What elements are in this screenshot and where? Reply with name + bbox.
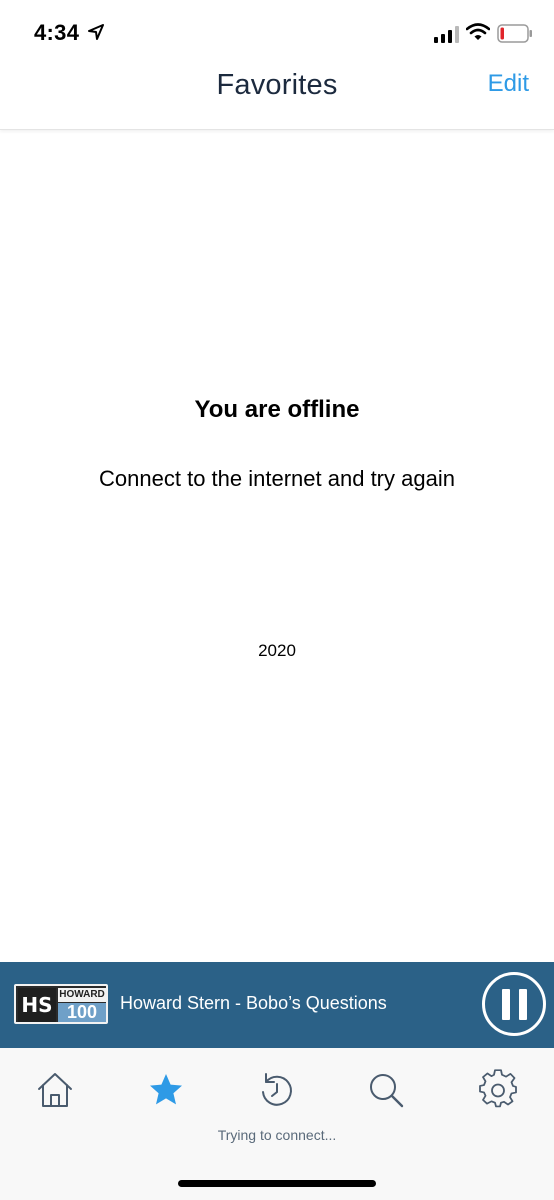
- offline-title: You are offline: [194, 396, 360, 423]
- edit-button[interactable]: Edit: [488, 70, 529, 98]
- tab-bar: Trying to connect...: [0, 1048, 554, 1200]
- nav-header: Favorites Edit: [0, 66, 554, 130]
- home-icon: [38, 1073, 72, 1107]
- channel-logo: HS HOWARD 100: [14, 984, 108, 1024]
- wifi-icon: [466, 23, 490, 40]
- tab-favorites[interactable]: [144, 1068, 188, 1112]
- search-icon: [370, 1074, 404, 1108]
- channel-logo-top: HOWARD: [58, 988, 106, 1002]
- tab-recents[interactable]: [255, 1068, 299, 1112]
- tab-search[interactable]: [364, 1068, 408, 1112]
- channel-logo-mark: HS: [18, 988, 56, 1022]
- gear-icon: [479, 1069, 517, 1108]
- history-icon: [262, 1073, 292, 1106]
- status-time: 4:34: [34, 20, 80, 45]
- star-icon: [150, 1074, 182, 1105]
- pause-button[interactable]: [482, 972, 546, 1036]
- home-indicator[interactable]: [178, 1180, 376, 1187]
- pause-icon: [502, 989, 510, 1020]
- status-bar: 4:34: [0, 0, 554, 66]
- connection-status: Trying to connect...: [217, 1127, 337, 1143]
- location-arrow-icon: [88, 24, 104, 40]
- cell-signal-icon: [434, 26, 459, 43]
- offline-message: Connect to the internet and try again: [99, 466, 455, 491]
- screen: 4:34 Favorites Edit You are offline Conn…: [0, 0, 554, 1200]
- year-label: 2020: [258, 641, 296, 660]
- battery-low-icon: [497, 24, 532, 43]
- tab-settings[interactable]: [476, 1068, 520, 1112]
- page-title: Favorites: [216, 69, 338, 101]
- tab-home[interactable]: [33, 1068, 77, 1112]
- channel-logo-bottom: 100: [58, 1003, 106, 1022]
- now-playing-track[interactable]: Howard Stern - Bobo’s Questions: [120, 993, 387, 1014]
- now-playing-bar[interactable]: HS HOWARD 100 Howard Stern - Bobo’s Ques…: [0, 962, 554, 1048]
